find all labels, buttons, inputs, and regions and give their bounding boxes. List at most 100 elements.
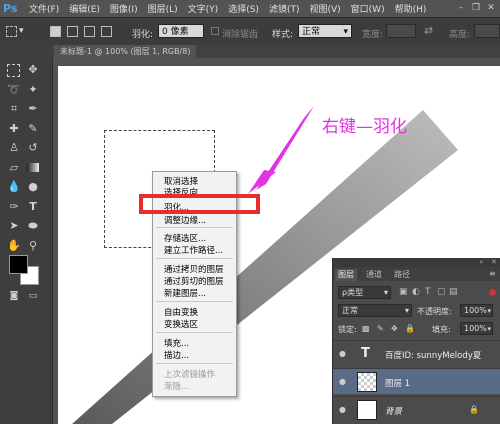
width-input[interactable] <box>386 24 416 38</box>
path-selection-icon[interactable]: ➤ <box>7 219 21 233</box>
history-brush-icon[interactable]: ↺ <box>26 141 40 155</box>
eyedropper-icon[interactable]: ✒ <box>26 102 40 116</box>
quick-mask-icon[interactable]: ◙ <box>7 289 21 303</box>
foreground-color-swatch[interactable] <box>9 255 28 274</box>
antialias-checkbox[interactable] <box>211 27 219 35</box>
menu-select[interactable]: 选择(S) <box>223 2 264 15</box>
magic-wand-icon[interactable]: ✦ <box>26 83 40 97</box>
type-tool-icon[interactable]: T <box>26 200 40 214</box>
menu-item-layer-via-copy[interactable]: 通过拷贝的图层 <box>164 263 224 275</box>
hand-tool-icon[interactable]: ✋ <box>7 239 21 253</box>
menu-window[interactable]: 窗口(W) <box>346 2 390 15</box>
menu-item-stroke[interactable]: 描边... <box>164 349 189 361</box>
menu-file[interactable]: 文件(F) <box>24 2 64 15</box>
fill-value: 100% <box>464 324 487 333</box>
tab-channels[interactable]: 通道 <box>363 269 385 281</box>
filter-adjust-icon[interactable]: ◐ <box>412 287 420 297</box>
zoom-tool-icon[interactable]: ⚲ <box>26 239 40 253</box>
menu-item-refine-edge[interactable]: 调整边缘... <box>164 214 206 226</box>
chevron-down-icon[interactable]: ▾ <box>19 26 24 36</box>
menu-item-fill[interactable]: 填充... <box>164 337 189 349</box>
menu-separator <box>156 227 233 228</box>
minimize-icon[interactable]: – <box>454 2 468 14</box>
menu-type[interactable]: 文字(Y) <box>183 2 224 15</box>
menu-item-transform-selection[interactable]: 变换选区 <box>164 318 198 330</box>
height-input[interactable] <box>474 24 500 38</box>
blend-mode-select[interactable]: 正常 ▾ <box>338 304 412 317</box>
pen-tool-icon[interactable]: ✑ <box>7 200 21 214</box>
fill-input[interactable]: 100% ▾ <box>460 322 493 335</box>
menu-image[interactable]: 图像(I) <box>105 2 143 15</box>
photoshop-logo: Ps <box>3 2 18 15</box>
blur-tool-icon[interactable]: 💧 <box>7 180 21 194</box>
filter-type-icon[interactable]: T <box>425 287 431 297</box>
intersect-selection-icon[interactable] <box>101 26 112 37</box>
menu-separator <box>156 363 233 364</box>
filter-toggle-icon[interactable] <box>489 289 496 296</box>
ellipse-tool-icon[interactable]: ⬬ <box>26 219 40 233</box>
menu-item-make-work-path[interactable]: 建立工作路径... <box>164 244 223 256</box>
new-selection-icon[interactable] <box>50 26 61 37</box>
menu-item-free-transform[interactable]: 自由变换 <box>164 306 198 318</box>
menu-item-fade: 渐隐... <box>164 382 190 392</box>
lock-transparent-icon[interactable]: ▩ <box>362 324 370 333</box>
swap-icon[interactable]: ⇄ <box>424 24 433 37</box>
style-select[interactable]: 正常 ▾ <box>298 24 352 38</box>
healing-brush-icon[interactable]: ✚ <box>7 122 21 136</box>
collapse-icon[interactable]: « <box>479 258 483 266</box>
chevron-down-icon: ▾ <box>383 288 388 297</box>
eye-icon[interactable]: ● <box>339 378 349 386</box>
layer-row-selected[interactable]: ● 图层 1 <box>333 368 500 394</box>
lock-all-icon[interactable]: 🔒 <box>405 324 415 333</box>
brush-tool-icon[interactable]: ✎ <box>26 122 40 136</box>
tools-panel: ✥ ➰ ✦ ⌗ ✒ ✚ ✎ ♙ ↺ ▱ 💧 ● ✑ T ➤ ⬬ ✋ ⚲ ◙ ▭ <box>0 45 53 424</box>
restore-icon[interactable]: ❐ <box>469 2 483 14</box>
filter-pixel-icon[interactable]: ▣ <box>399 287 408 297</box>
filter-smart-icon[interactable]: ▤ <box>449 287 458 297</box>
eye-icon[interactable]: ● <box>339 350 349 358</box>
gradient-tool-icon[interactable] <box>26 161 40 175</box>
eye-icon[interactable]: ● <box>339 406 349 414</box>
dodge-tool-icon[interactable]: ● <box>26 180 40 194</box>
lock-pixels-icon[interactable]: ✎ <box>377 324 384 333</box>
menu-item-save-selection[interactable]: 存储选区... <box>164 232 206 244</box>
filter-shape-icon[interactable]: ▢ <box>437 287 446 297</box>
eraser-icon[interactable]: ▱ <box>7 161 21 175</box>
layer-thumbnail <box>357 400 377 420</box>
crop-tool-icon[interactable]: ⌗ <box>7 102 21 116</box>
add-selection-icon[interactable] <box>67 26 78 37</box>
screen-mode-icon[interactable]: ▭ <box>26 289 40 303</box>
layers-panel: « ✕ 图层 通道 路径 ≡ ρ类型 ▾ ▣ ◐ T ▢ ▤ 正常 ▾ 不透明度: … <box>332 258 500 424</box>
menu-layer[interactable]: 图层(L) <box>143 2 183 15</box>
opacity-value: 100% <box>464 306 487 315</box>
layer-thumbnail <box>357 372 377 392</box>
annotation-text: 右键—羽化 <box>322 117 407 137</box>
menu-filter[interactable]: 滤镜(T) <box>264 2 305 15</box>
menu-edit[interactable]: 编辑(E) <box>64 2 105 15</box>
move-tool-icon[interactable]: ✥ <box>26 63 40 77</box>
chevron-down-icon: ▾ <box>487 307 491 315</box>
tab-layers[interactable]: 图层 <box>335 269 357 281</box>
text-layer-icon: T <box>361 346 370 361</box>
menu-item-layer-via-cut[interactable]: 通过剪切的图层 <box>164 275 224 287</box>
fill-label: 填充: <box>432 325 451 334</box>
opacity-input[interactable]: 100% ▾ <box>460 304 493 317</box>
marquee-tool-icon[interactable] <box>6 26 17 37</box>
layer-row[interactable]: ● T 百度ID: sunnyMelody夏 <box>333 340 500 366</box>
document-tab[interactable]: 未标题-1 @ 100% (图层 1, RGB/8) <box>54 45 197 58</box>
menu-view[interactable]: 视图(V) <box>304 2 345 15</box>
lasso-tool-icon[interactable]: ➰ <box>7 83 21 97</box>
close-panel-icon[interactable]: ✕ <box>491 258 497 266</box>
clone-stamp-icon[interactable]: ♙ <box>7 141 21 155</box>
panel-menu-icon[interactable]: ≡ <box>489 269 496 278</box>
tab-paths[interactable]: 路径 <box>391 269 413 281</box>
layer-row[interactable]: ● 背景 🔒 <box>333 396 500 422</box>
lock-position-icon[interactable]: ✥ <box>391 324 398 333</box>
subtract-selection-icon[interactable] <box>84 26 95 37</box>
filter-kind-select[interactable]: ρ类型 ▾ <box>338 286 391 299</box>
close-icon[interactable]: ✕ <box>484 2 498 14</box>
menu-help[interactable]: 帮助(H) <box>390 2 432 15</box>
marquee-tool-icon[interactable] <box>7 64 20 77</box>
feather-input[interactable]: 0 像素 <box>158 24 204 38</box>
menu-item-new-layer[interactable]: 新建图层... <box>164 287 206 299</box>
